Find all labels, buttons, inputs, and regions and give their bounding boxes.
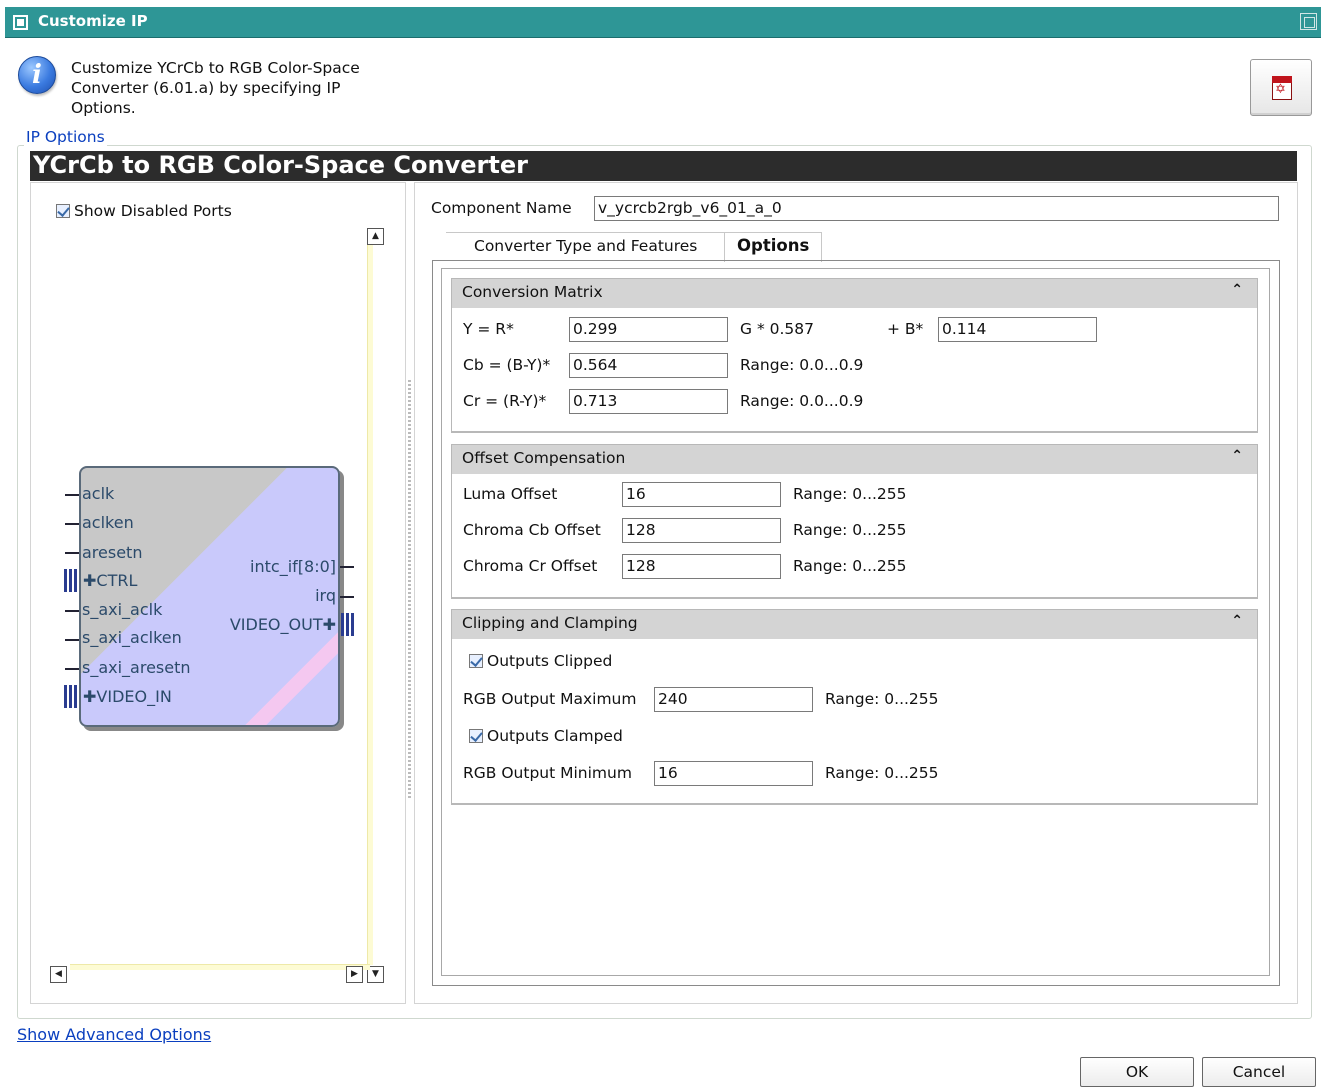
port-video-out[interactable]: VIDEO_OUT✚ bbox=[190, 615, 336, 634]
conversion-matrix-header[interactable]: Conversion Matrix ⌃ bbox=[452, 279, 1257, 308]
y-b-coefficient-input[interactable]: 0.114 bbox=[938, 317, 1097, 342]
collapse-icon[interactable]: ⌃ bbox=[1231, 282, 1243, 298]
cr-label: Cr = (R-Y)* bbox=[463, 392, 547, 410]
info-icon: i bbox=[18, 56, 56, 94]
chroma-cb-offset-input[interactable]: 128 bbox=[622, 518, 781, 543]
title-bar: Customize IP bbox=[5, 7, 1321, 38]
pane-splitter[interactable] bbox=[408, 380, 411, 800]
documentation-button[interactable] bbox=[1250, 59, 1312, 116]
port-video-in-label: VIDEO_IN bbox=[96, 687, 172, 706]
cb-label: Cb = (B-Y)* bbox=[463, 356, 551, 374]
b-label: + B* bbox=[887, 320, 924, 338]
y-r-coefficient-input[interactable]: 0.299 bbox=[569, 317, 728, 342]
cr-range: Range: 0.0...0.9 bbox=[740, 392, 864, 410]
horizontal-scrollbar[interactable] bbox=[70, 964, 370, 970]
port-pin bbox=[65, 523, 79, 525]
show-advanced-options-link[interactable]: Show Advanced Options bbox=[17, 1025, 211, 1044]
scroll-up-icon[interactable]: ▲ bbox=[367, 228, 384, 245]
component-name-input[interactable]: v_ycrcb2rgb_v6_01_a_0 bbox=[594, 196, 1279, 221]
scroll-right-icon[interactable]: ▶ bbox=[346, 966, 363, 983]
show-disabled-ports-label: Show Disabled Ports bbox=[74, 202, 232, 220]
port-pin bbox=[65, 668, 79, 670]
checkbox-checked-icon[interactable] bbox=[56, 204, 70, 218]
port-pin bbox=[65, 639, 79, 641]
outputs-clipped-label: Outputs Clipped bbox=[487, 652, 613, 670]
port-aresetn: aresetn bbox=[82, 543, 143, 562]
luma-offset-input[interactable]: 16 bbox=[622, 482, 781, 507]
chroma-cr-offset-range: Range: 0...255 bbox=[793, 557, 907, 575]
port-video-out-label: VIDEO_OUT bbox=[229, 615, 323, 634]
cr-coefficient-input[interactable]: 0.713 bbox=[569, 389, 728, 414]
port-ctrl-label: CTRL bbox=[96, 571, 138, 590]
port-irq: irq bbox=[315, 586, 336, 605]
collapse-icon[interactable]: ⌃ bbox=[1231, 613, 1243, 629]
rgb-output-maximum-range: Range: 0...255 bbox=[825, 690, 939, 708]
port-pin bbox=[65, 610, 79, 612]
port-pin bbox=[65, 494, 79, 496]
bus-pin bbox=[341, 613, 355, 636]
collapse-icon[interactable]: ⌃ bbox=[1231, 448, 1243, 464]
section-title: Conversion Matrix bbox=[462, 283, 603, 301]
outputs-clipped-checkbox[interactable]: Outputs Clipped bbox=[469, 652, 612, 670]
pdf-icon bbox=[1272, 76, 1292, 100]
expand-plus-icon[interactable]: ✚ bbox=[83, 687, 96, 706]
port-pin bbox=[65, 552, 79, 554]
chroma-cb-offset-label: Chroma Cb Offset bbox=[463, 521, 601, 539]
luma-offset-label: Luma Offset bbox=[463, 485, 558, 503]
luma-offset-range: Range: 0...255 bbox=[793, 485, 907, 503]
tab-converter-type-and-features[interactable]: Converter Type and Features bbox=[446, 232, 728, 260]
y-label: Y = R* bbox=[463, 320, 514, 338]
cb-coefficient-input[interactable]: 0.564 bbox=[569, 353, 728, 378]
maximize-icon[interactable] bbox=[1300, 13, 1317, 30]
port-s-axi-aresetn: s_axi_aresetn bbox=[82, 658, 191, 677]
checkbox-checked-icon[interactable] bbox=[469, 654, 483, 668]
rgb-output-minimum-label: RGB Output Minimum bbox=[463, 764, 632, 782]
port-s-axi-aclk: s_axi_aclk bbox=[82, 600, 163, 619]
ip-banner: YCrCb to RGB Color-Space Converter bbox=[30, 151, 1297, 181]
scroll-left-icon[interactable]: ◀ bbox=[50, 966, 67, 983]
ip-options-label: IP Options bbox=[24, 128, 107, 146]
chroma-cb-offset-range: Range: 0...255 bbox=[793, 521, 907, 539]
expand-plus-icon[interactable]: ✚ bbox=[83, 571, 96, 590]
window-title: Customize IP bbox=[38, 12, 148, 30]
port-ctrl[interactable]: ✚CTRL bbox=[83, 571, 137, 590]
window-menu-icon[interactable] bbox=[13, 15, 28, 30]
port-video-in[interactable]: ✚VIDEO_IN bbox=[83, 687, 172, 706]
clipping-clamping-header[interactable]: Clipping and Clamping ⌃ bbox=[452, 610, 1257, 639]
bus-pin bbox=[64, 685, 78, 708]
tab-options[interactable]: Options bbox=[724, 232, 822, 262]
port-aclken: aclken bbox=[82, 513, 134, 532]
outputs-clamped-checkbox[interactable]: Outputs Clamped bbox=[469, 727, 623, 745]
checkbox-checked-icon[interactable] bbox=[469, 729, 483, 743]
rgb-output-maximum-label: RGB Output Maximum bbox=[463, 690, 637, 708]
port-s-axi-aclken: s_axi_aclken bbox=[82, 628, 182, 647]
section-title: Offset Compensation bbox=[462, 449, 626, 467]
port-intc-if: intc_if[8:0] bbox=[250, 557, 336, 576]
g-coefficient-label: G * 0.587 bbox=[740, 320, 814, 338]
offset-compensation-header[interactable]: Offset Compensation ⌃ bbox=[452, 445, 1257, 474]
port-aclk: aclk bbox=[82, 484, 115, 503]
section-title: Clipping and Clamping bbox=[462, 614, 638, 632]
rgb-output-minimum-input[interactable]: 16 bbox=[654, 761, 813, 786]
outputs-clamped-label: Outputs Clamped bbox=[487, 727, 623, 745]
port-pin bbox=[340, 596, 354, 598]
bus-pin bbox=[64, 569, 78, 592]
chroma-cr-offset-input[interactable]: 128 bbox=[622, 554, 781, 579]
chroma-cr-offset-label: Chroma Cr Offset bbox=[463, 557, 598, 575]
component-name-label: Component Name bbox=[431, 199, 572, 217]
rgb-output-minimum-range: Range: 0...255 bbox=[825, 764, 939, 782]
header-description: Customize YCrCb to RGB Color-Space Conve… bbox=[71, 59, 360, 117]
rgb-output-maximum-input[interactable]: 240 bbox=[654, 687, 813, 712]
cb-range: Range: 0.0...0.9 bbox=[740, 356, 864, 374]
show-disabled-ports-checkbox[interactable]: Show Disabled Ports bbox=[56, 202, 232, 220]
expand-plus-icon[interactable]: ✚ bbox=[323, 615, 336, 634]
vertical-scrollbar[interactable] bbox=[367, 230, 373, 965]
port-pin bbox=[340, 566, 354, 568]
